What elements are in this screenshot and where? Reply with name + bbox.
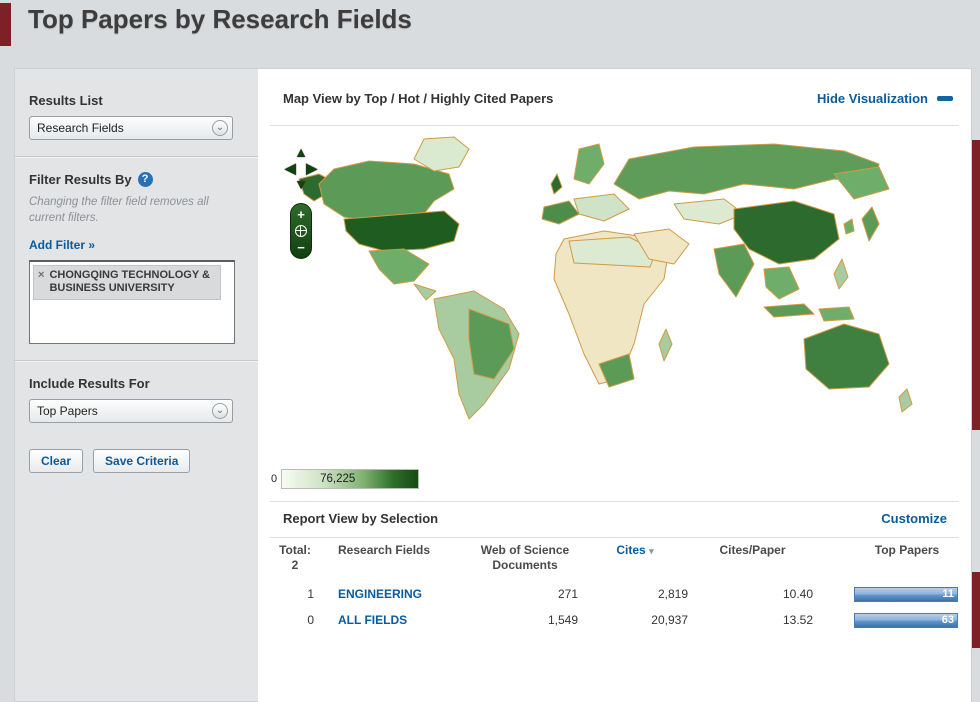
row-wos-docs: 271 [557,587,578,601]
help-icon[interactable]: ? [137,172,153,187]
zoom-in-icon[interactable]: + [297,208,305,221]
world-map[interactable]: ▲ ◀ ▶ ▼ + − [274,127,964,467]
field-link-all-fields[interactable]: ALL FIELDS [320,613,407,627]
map-view-title: Map View by Top / Hot / Highly Cited Pap… [283,91,554,106]
sort-desc-icon: ▾ [649,546,654,556]
row-rank: 0 [307,613,314,627]
collapse-icon [937,96,953,101]
row-rank: 1 [307,587,314,601]
col-research-fields: Research Fields [338,543,431,557]
remove-filter-icon[interactable]: × [38,269,44,295]
chevron-down-icon: ⌄ [212,120,228,136]
include-results-label: Include Results For [29,376,150,392]
divider [270,537,959,538]
globe-icon[interactable] [295,225,307,237]
col-cites-label: Cites [616,543,646,557]
page-title: Top Papers by Research Fields [28,4,412,34]
row-wos-docs: 1,549 [547,613,578,627]
table-row: 0 ALL FIELDS 1,549 20,937 13.52 63 [270,607,959,633]
pan-down-icon[interactable]: ▼ [284,177,318,193]
row-cites: 20,937 [651,613,688,627]
add-filter-link[interactable]: Add Filter » [29,238,95,252]
sidebar-divider [15,360,258,363]
filter-note: Changing the filter field removes all cu… [29,196,209,224]
hide-visualization-link[interactable]: Hide Visualization [817,91,953,106]
report-view-title: Report View by Selection [283,511,439,526]
filter-results-by-label: Filter Results By [29,172,132,187]
col-cites-per-paper: Cites/Paper [719,543,786,557]
row-cites: 2,819 [657,587,688,601]
col-wos-documents: Web of Science Documents [480,543,570,572]
filter-tag-label: CHONGQING TECHNOLOGY & BUSINESS UNIVERSI… [49,269,210,295]
sidebar: Results List Research Fields ⌄ Filter Re… [14,68,258,702]
scrollbar-strip[interactable] [971,572,980,648]
page: Top Papers by Research Fields Results Li… [0,0,980,702]
save-criteria-button[interactable]: Save Criteria [93,449,191,474]
top-papers-bar: 63 [854,612,958,628]
table-header-row: Total: 2 Research Fields Web of Science … [270,543,959,581]
sidebar-divider [15,156,258,158]
table-row: 1 ENGINEERING 271 2,819 10.40 11 [270,581,959,607]
legend-max-label: 76,225 [320,473,356,485]
total-label: Total: [279,543,311,557]
pan-up-icon[interactable]: ▲ [284,145,318,161]
report-table: Total: 2 Research Fields Web of Science … [270,543,959,633]
map-zoom-control: + − [290,203,312,259]
divider [270,125,959,126]
row-cites-per-paper: 13.52 [782,613,813,627]
legend-gradient-bar: 76,225 [281,469,420,489]
chevron-down-icon: ⌄ [212,403,228,420]
world-map-svg [298,136,913,420]
col-top-papers: Top Papers [874,543,940,557]
filter-box[interactable]: × CHONGQING TECHNOLOGY & BUSINESS UNIVER… [29,260,235,345]
total-value: 2 [291,558,299,572]
include-results-value: Top Papers [37,404,98,419]
results-list-value: Research Fields [37,121,124,135]
legend-min-label: 0 [271,473,278,485]
customize-link[interactable]: Customize [881,511,947,526]
divider [270,501,959,502]
include-results-dropdown[interactable]: Top Papers ⌄ [29,399,233,424]
row-cites-per-paper: 10.40 [782,587,813,601]
map-legend: 0 76,225 [271,469,420,489]
field-link-engineering[interactable]: ENGINEERING [320,587,422,601]
total-header: Total: 2 [270,543,320,573]
pan-right-icon[interactable]: ▶ [306,161,317,177]
top-papers-bar: 11 [854,586,958,602]
col-cites-sort[interactable]: Cites ▾ [580,543,690,558]
screen-edge-artifact [0,3,11,46]
zoom-out-icon[interactable]: − [297,241,305,254]
results-list-label: Results List [29,93,103,108]
filter-tag: × CHONGQING TECHNOLOGY & BUSINESS UNIVER… [33,265,221,301]
results-list-dropdown[interactable]: Research Fields ⌄ [29,116,233,140]
main-panel: Map View by Top / Hot / Highly Cited Pap… [258,68,972,702]
map-pan-control: ▲ ◀ ▶ ▼ [284,145,318,193]
hide-visualization-label: Hide Visualization [816,91,928,106]
clear-button[interactable]: Clear [29,449,84,474]
pan-left-icon[interactable]: ◀ [285,161,296,177]
scrollbar-strip[interactable] [971,140,980,430]
